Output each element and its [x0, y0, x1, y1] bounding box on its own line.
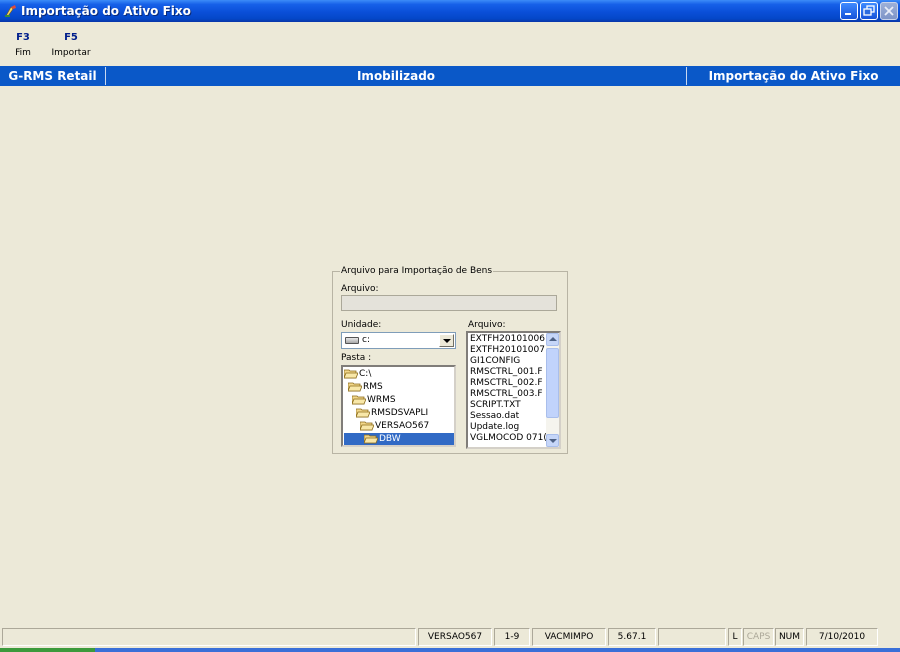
open-folder-icon	[360, 421, 374, 431]
module-name: Imobilizado	[356, 69, 436, 83]
file-item[interactable]: RMSCTRL_003.F	[470, 389, 543, 400]
drive-select[interactable]: c:	[341, 332, 456, 349]
start-button-edge	[0, 648, 95, 652]
minimize-button[interactable]	[840, 2, 858, 20]
status-empty	[658, 628, 726, 646]
minimize-icon	[845, 13, 851, 15]
window-title: Importação do Ativo Fixo	[21, 4, 191, 18]
status-num-indicator: NUM	[775, 628, 804, 646]
file-item[interactable]: EXTFH20101007	[470, 345, 545, 356]
status-bar: VERSAO567 1-9 VACMIMPO 5.67.1 L CAPS NUM…	[0, 626, 900, 648]
open-folder-icon	[344, 369, 358, 379]
importar-button[interactable]: F5 Importar	[50, 32, 92, 58]
importar-label: Importar	[51, 48, 91, 58]
status-build: 5.67.1	[608, 628, 656, 646]
file-item[interactable]: Sessao.dat	[470, 411, 519, 422]
folder-label: C:\	[359, 369, 372, 379]
status-caps-indicator: CAPS	[743, 628, 774, 646]
folder-item[interactable]: RMS	[348, 381, 383, 394]
close-button[interactable]	[880, 2, 898, 20]
restore-button[interactable]	[860, 2, 878, 20]
file-item[interactable]: RMSCTRL_001.F	[470, 367, 543, 378]
import-file-group: Arquivo para Importação de Bens Arquivo:…	[332, 266, 568, 454]
status-l-indicator: L	[728, 628, 742, 646]
folder-item[interactable]: RMSDSVAPLI	[356, 407, 428, 420]
file-list[interactable]: EXTFH20101006 EXTFH20101007 GI1CONFIG RM…	[466, 331, 561, 449]
fim-button[interactable]: F3 Fim	[10, 32, 36, 58]
folder-item[interactable]: C:\	[344, 368, 371, 381]
fim-key: F3	[16, 32, 30, 43]
file-item[interactable]: RMSCTRL_002.F	[470, 378, 543, 389]
drive-value: c:	[362, 335, 370, 345]
open-folder-icon	[356, 408, 370, 418]
status-message	[2, 628, 416, 646]
folder-label: VERSAO567	[375, 421, 430, 431]
pasta-label: Pasta :	[341, 353, 372, 363]
drive-icon	[345, 337, 359, 344]
folder-item[interactable]: WRMS	[352, 394, 396, 407]
context-bar: G-RMS Retail Imobilizado Importação do A…	[0, 66, 900, 86]
status-program: VACMIMPO	[532, 628, 606, 646]
scroll-up-icon[interactable]	[546, 333, 559, 346]
folder-item-selected[interactable]: DBW	[344, 433, 454, 445]
folder-label: DBW	[379, 434, 401, 444]
status-version: VERSAO567	[418, 628, 492, 646]
file-item[interactable]: GI1CONFIG	[470, 356, 520, 367]
folder-item[interactable]: VERSAO567	[360, 420, 429, 433]
scroll-down-icon[interactable]	[546, 434, 559, 447]
app-icon	[5, 5, 16, 17]
restore-icon	[863, 5, 875, 16]
chevron-down-icon[interactable]	[439, 334, 454, 347]
window-titlebar[interactable]: Importação do Ativo Fixo	[0, 0, 900, 22]
arquivo-label: Arquivo:	[341, 284, 379, 294]
importar-key: F5	[64, 32, 78, 43]
group-legend: Arquivo para Importação de Bens	[340, 266, 494, 277]
system-name: G-RMS Retail	[8, 69, 97, 83]
file-item[interactable]: SCRIPT.TXT	[470, 400, 521, 411]
open-folder-icon	[364, 434, 378, 444]
status-range: 1-9	[494, 628, 530, 646]
function-key-toolbar: F3 Fim F5 Importar	[0, 22, 900, 66]
scroll-thumb[interactable]	[546, 348, 559, 418]
arquivo-list-label: Arquivo:	[468, 320, 506, 330]
folder-list[interactable]: C:\ RMS WRMS RMSDSVAPLI VERSAO567 DBW	[341, 365, 456, 447]
status-date: 7/10/2010	[806, 628, 878, 646]
file-list-scrollbar[interactable]	[546, 333, 559, 447]
folder-label: RMSDSVAPLI	[371, 408, 429, 418]
folder-label: RMS	[363, 382, 383, 392]
close-icon	[884, 6, 894, 16]
folder-label: WRMS	[367, 395, 396, 405]
file-item[interactable]: EXTFH20101006	[470, 334, 545, 345]
arquivo-path-field[interactable]	[341, 295, 557, 311]
taskbar-edge	[0, 648, 900, 652]
file-item[interactable]: VGLMOCOD 071(	[470, 433, 547, 444]
open-folder-icon	[348, 382, 362, 392]
screen-name: Importação do Ativo Fixo	[708, 69, 879, 83]
open-folder-icon	[352, 395, 366, 405]
file-item[interactable]: Update.log	[470, 422, 519, 433]
fim-label: Fim	[15, 48, 31, 58]
unidade-label: Unidade:	[341, 320, 382, 330]
